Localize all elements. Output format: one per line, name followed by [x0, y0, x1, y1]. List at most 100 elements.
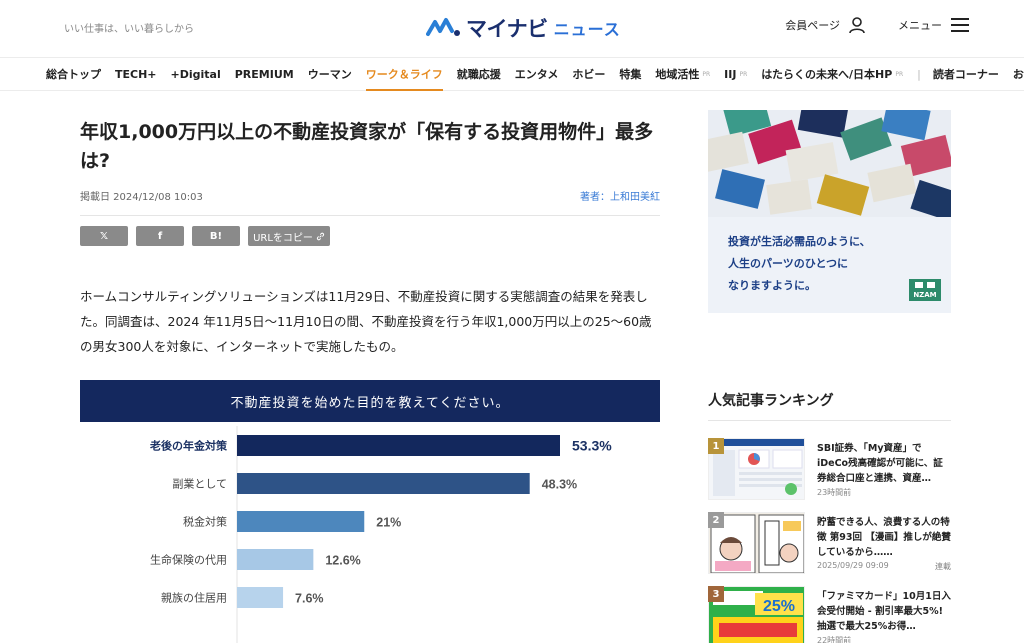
ranking-item[interactable]: 25% 3 「ファミマカード」10月1日入会受付開始 - 割引率最大5%! 抽選… [708, 586, 951, 643]
ad-copy: 投資が生活必需品のように、 人生のパーツのひとつに なりますように。 [728, 231, 871, 297]
site-tagline: いい仕事は、いい暮らしから [64, 24, 194, 35]
nav-item[interactable]: 就職応援 [457, 58, 501, 90]
chart-bar [237, 587, 284, 608]
chart-bar [237, 549, 314, 570]
ranking-number: 1 [708, 438, 724, 454]
ranking-item-time: 23時間前 [817, 488, 852, 497]
chart-category-label: 親族の住居用 [161, 591, 227, 605]
survey-chart: 不動産投資を始めた目的を教えてください。 老後の年金対策 53.3% 副業として 48… [80, 380, 660, 643]
ad-copy-line: 投資が生活必需品のように、 [728, 235, 871, 248]
member-page-link[interactable]: 会員ページ [785, 16, 866, 34]
nav-item-label: IIJ [724, 67, 737, 81]
category-nav-list: 総合トップ TECH+ +Digital PREMIUM ウーマン ワーク＆ライフ 就職応援… [0, 58, 1024, 91]
article-author[interactable]: 著者：上和田美紅 [580, 188, 660, 203]
nav-item[interactable]: +Digital [171, 58, 221, 90]
ranking-item-title: SBI証券、「My資産」でiDeCo残高確認が可能に、証券総合口座と連携、資産… [817, 443, 943, 484]
nav-item-label: 就職応援 [456, 68, 501, 81]
site-logo[interactable]: マイナビ ニュース [426, 14, 621, 42]
chart-category-label: 副業として [172, 478, 227, 491]
nav-item[interactable]: ホビー [572, 58, 605, 90]
chart-category-label: 老後の年金対策 [149, 439, 228, 453]
chart-value-label: 21% [376, 516, 401, 530]
nav-item-label: 読者コーナー [932, 68, 999, 81]
ranking-item-title: 「ファミマカード」10月1日入会受付開始 - 割引率最大5%! 抽選で最大25%… [817, 591, 951, 632]
member-page-label: 会員ページ [785, 19, 840, 32]
ranking-number: 2 [708, 512, 724, 528]
article: 年収1,000万円以上の不動産投資家が「保有する投資用物件」最多は? 掲載日 2… [80, 118, 660, 359]
ranking-item-tag: 連載 [935, 562, 951, 571]
nav-item[interactable]: おすすめ [1013, 58, 1024, 90]
copy-url-label: URLをコピー [253, 232, 313, 244]
logo-main-text: マイナビ [466, 17, 548, 41]
article-date: 掲載日 2024/12/08 10:03 [80, 192, 203, 203]
ranking-item-title: 貯蓄できる人、浪費する人の特徴 第93回 【漫画】推しが絶賛しているから…… [817, 517, 951, 558]
chart-bar [237, 473, 530, 494]
nav-item-label: エンタメ [514, 68, 559, 81]
nav-item[interactable]: 読者コーナー [933, 58, 999, 90]
ranking-number: 3 [708, 586, 724, 602]
share-buttons: 𝕏 f B! URLをコピー [80, 226, 660, 246]
ad-copy-line: なりますように。 [728, 279, 816, 292]
menu-label: メニュー [898, 19, 942, 32]
ranking-item[interactable]: 1 SBI証券、「My資産」でiDeCo残高確認が可能に、証券総合口座と連携、資… [708, 438, 951, 508]
nav-item-label: はたらくの未来へ/日本HP [761, 68, 893, 81]
nav-item[interactable]: IIJ PR [724, 58, 747, 90]
menu-button[interactable]: メニュー [898, 16, 970, 34]
nav-item[interactable]: ウーマン [308, 58, 352, 90]
chart-bar [237, 435, 560, 456]
nav-pr-badge: PR [895, 70, 904, 78]
nav-item-label: TECH+ [115, 67, 157, 81]
ad-brand-logo: NZAM [909, 279, 941, 301]
ranking-item-time: 22時間前 [817, 636, 852, 643]
nav-pr-badge: PR [739, 70, 748, 78]
share-hatena-button[interactable]: B! [192, 226, 240, 246]
chart-value-label: 48.3% [542, 478, 577, 492]
nav-item[interactable]: ワーク＆ライフ [365, 58, 443, 91]
header-actions: 会員ページ メニュー [785, 16, 970, 34]
nav-item[interactable]: はたらくの未来へ/日本HP PR [761, 58, 903, 90]
chart-category-label: 税金対策 [183, 515, 227, 529]
hamburger-icon [951, 18, 969, 32]
ranking-divider [708, 420, 951, 421]
share-facebook-button[interactable]: f [136, 226, 184, 246]
nav-item[interactable]: 総合トップ [46, 58, 101, 90]
nav-item[interactable]: PREMIUM [235, 58, 294, 90]
nav-item-label: 地域活性 [655, 68, 700, 81]
link-icon [316, 232, 324, 240]
nav-item-label: +Digital [170, 67, 221, 81]
chart-category-label: 生命保険の代用 [150, 553, 227, 567]
nav-item-label: おすすめ [1012, 68, 1024, 81]
nav-pr-badge: PR [702, 70, 711, 78]
ad-artwork [708, 110, 951, 217]
ranking-title: 人気記事ランキング [708, 393, 834, 409]
chart-value-label: 12.6% [325, 554, 360, 568]
nav-item[interactable]: 地域活性 PR [655, 58, 710, 90]
ad-copy-line: 人生のパーツのひとつに [728, 257, 849, 270]
user-icon [849, 17, 865, 34]
ranking-item[interactable]: 2 貯蓄できる人、浪費する人の特徴 第93回 【漫画】推しが絶賛しているから……… [708, 512, 951, 582]
nav-item-label: ホビー [572, 68, 606, 81]
nav-item-label: PREMIUM [234, 67, 294, 81]
article-title: 年収1,000万円以上の不動産投資家が「保有する投資用物件」最多は? [80, 121, 654, 172]
nav-item[interactable]: 特集 [619, 58, 641, 90]
nav-item[interactable]: TECH+ [115, 58, 157, 90]
copy-url-button[interactable]: URLをコピー [248, 226, 330, 246]
chart-title: 不動産投資を始めた目的を教えてください。 [80, 380, 660, 422]
chart-value-label: 7.6% [295, 592, 324, 606]
nav-item-label: ワーク＆ライフ [365, 68, 443, 81]
article-meta: 掲載日 2024/12/08 10:03 著者：上和田美紅 [80, 188, 660, 203]
svg-text:25%: 25% [763, 598, 795, 615]
chart-plot: 老後の年金対策 53.3% 副業として 48.3% 税金対策 21% 生命保険の代用 12.6… [149, 426, 612, 643]
chart-value-label: 53.3% [572, 438, 612, 454]
nav-item[interactable]: エンタメ [515, 58, 559, 90]
nav-separator: | [917, 67, 921, 81]
nav-item-label: 特集 [619, 68, 642, 81]
nav-item-label: 総合トップ [46, 68, 101, 81]
sidebar-ad[interactable]: 投資が生活必需品のように、 人生のパーツのひとつに なりますように。 NZAM [708, 110, 951, 313]
ranking-item-time: 2025/09/29 09:09 [817, 561, 889, 570]
share-x-button[interactable]: 𝕏 [80, 226, 128, 246]
logo-mark-icon [426, 18, 460, 36]
category-nav: 総合トップ TECH+ +Digital PREMIUM ウーマン ワーク＆ライフ 就職応援… [0, 57, 1024, 91]
chart-bar [237, 511, 365, 532]
logo-sub-text: ニュース [553, 20, 621, 39]
